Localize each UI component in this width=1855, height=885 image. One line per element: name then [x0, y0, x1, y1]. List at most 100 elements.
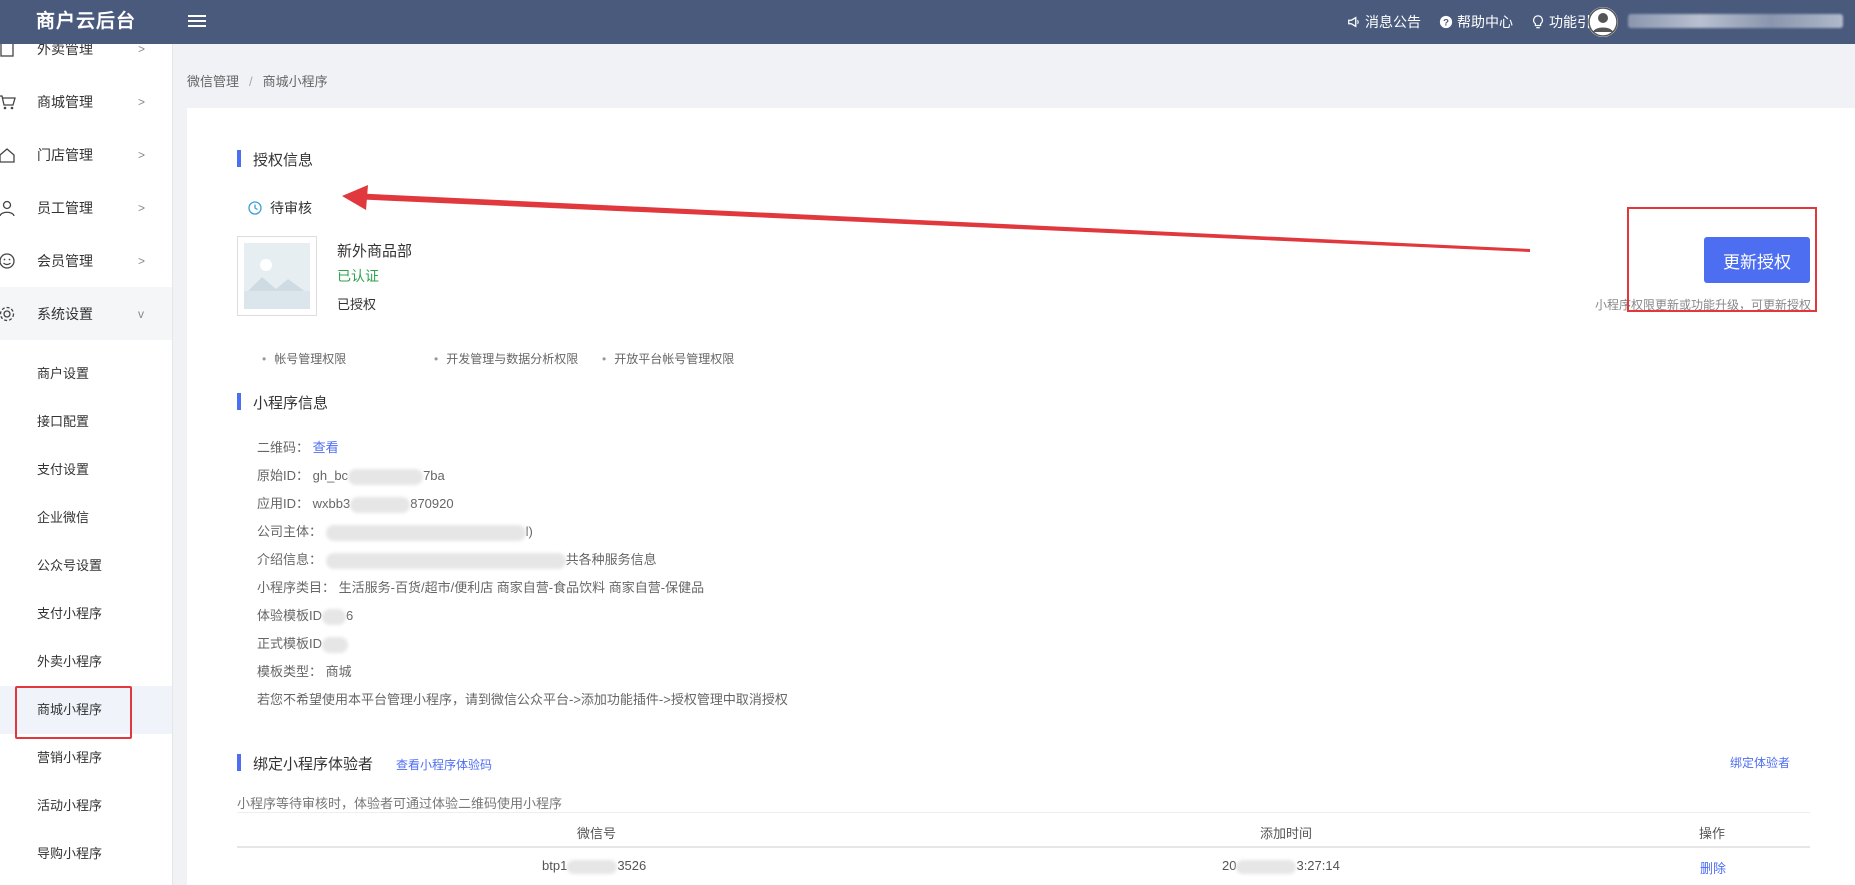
redacted-value: [350, 496, 411, 513]
sidebar-sub-wecom[interactable]: 企业微信: [0, 494, 172, 542]
avatar[interactable]: [1588, 7, 1618, 37]
app-id-prefix: wxbb3: [312, 496, 351, 511]
bind-tester-link[interactable]: 绑定体验者: [1730, 754, 1790, 771]
sidebar-sub-merchant-settings[interactable]: 商户设置: [0, 350, 172, 398]
breadcrumb-item[interactable]: 微信管理: [187, 74, 239, 89]
smile-icon: [0, 252, 15, 269]
sidebar-sub-payment-settings[interactable]: 支付设置: [0, 446, 172, 494]
sidebar-item-label: 员工管理: [37, 199, 93, 216]
annotation-highlight-box: [1627, 207, 1817, 312]
chevron-down-icon: v: [138, 306, 144, 321]
delete-tester-link[interactable]: 删除: [1700, 858, 1726, 877]
column-header: 添加时间: [1260, 826, 1313, 841]
sidebar-item-label: 外卖管理: [37, 44, 93, 57]
original-id-prefix: gh_bc: [312, 468, 349, 483]
sidebar-item-mall[interactable]: 商城管理 >: [0, 75, 172, 128]
chevron-right-icon: >: [138, 94, 146, 109]
cart-icon: [0, 94, 16, 109]
lightbulb-icon: [1533, 15, 1543, 29]
view-qrcode-link[interactable]: 查看: [313, 440, 339, 455]
field-label: 体验模板ID: [257, 608, 323, 623]
column-header: 微信号: [577, 826, 617, 841]
app-id-suffix: 870920: [410, 496, 454, 511]
cancel-auth-note: 若您不希望使用本平台管理小程序，请到微信公众平台->添加功能插件->授权管理中取…: [257, 692, 788, 707]
sidebar-item-label: 商城管理: [37, 93, 93, 110]
table-header: 微信号 添加时间 操作: [237, 812, 1810, 848]
wechat-id-prefix: btp1: [542, 858, 568, 873]
table-row: btp1 3526 20 3:27:14 删除: [237, 848, 1810, 885]
breadcrumb: 微信管理 / 商城小程序: [187, 74, 328, 89]
miniapp-name: 新外商品部: [337, 243, 413, 260]
sidebar-sub-takeout-miniapp[interactable]: 外卖小程序: [0, 638, 172, 686]
sidebar-sub-activity-miniapp[interactable]: 活动小程序: [0, 782, 172, 830]
top-bar: 商户云后台 消息公告 ? 帮助中心 功能引导: [0, 0, 1855, 44]
permission-item: 开放平台帐号管理权限: [602, 350, 734, 367]
app-logo[interactable]: 商户云后台: [0, 0, 172, 44]
intro-row: 介绍信息： 共各种服务信息: [257, 549, 657, 569]
clock-icon: [248, 201, 262, 215]
megaphone-icon: [1348, 16, 1359, 28]
redacted-value: [325, 552, 566, 569]
added-time-cell: 20 3:27:14: [1222, 858, 1340, 874]
chevron-right-icon: >: [138, 44, 146, 56]
sidebar-sub-guide-miniapp[interactable]: 导购小程序: [0, 830, 172, 878]
field-label: 小程序类目：: [257, 580, 336, 595]
chevron-right-icon: >: [138, 147, 146, 162]
hamburger-menu-icon[interactable]: [188, 12, 206, 32]
redacted-value: [322, 608, 347, 625]
app-id-row: 应用ID： wxbb3 870920: [257, 493, 454, 513]
category-row: 小程序类目： 生活服务-百货/超市/便利店 商家自营-食品饮料 商家自营-保健品: [257, 577, 704, 596]
original-id-row: 原始ID： gh_bc 7ba: [257, 465, 445, 485]
sidebar-item-takeout[interactable]: 外卖管理 >: [0, 44, 172, 75]
permission-item: 开发管理与数据分析权限: [434, 350, 578, 367]
section-title-miniapp: 小程序信息: [237, 392, 328, 413]
nav-announcements[interactable]: 消息公告: [1347, 12, 1421, 32]
sidebar-item-system-settings[interactable]: 系统设置 v: [0, 287, 172, 340]
field-label: 正式模板ID: [257, 636, 323, 651]
category-value: 生活服务-百货/超市/便利店 商家自营-食品饮料 商家自营-保健品: [338, 580, 705, 595]
user-name-redacted[interactable]: [1628, 14, 1843, 28]
field-label: 模板类型：: [257, 664, 323, 679]
sidebar-item-members[interactable]: 会员管理 >: [0, 234, 172, 287]
wechat-id-cell: btp1 3526: [542, 858, 646, 874]
formal-template-row: 正式模板ID: [257, 633, 349, 653]
breadcrumb-item-current: 商城小程序: [262, 74, 328, 89]
time-suffix: 3:27:14: [1296, 858, 1340, 873]
sidebar-sub-pay-miniapp[interactable]: 支付小程序: [0, 590, 172, 638]
sidebar-sub-marketing-miniapp[interactable]: 营销小程序: [0, 734, 172, 782]
sidebar: 外卖管理 > 商城管理 > 门店管理 > 员工管理 > 会员管理 > 系统设置 …: [0, 44, 173, 885]
field-label: 原始ID：: [257, 468, 310, 483]
redacted-value: [348, 468, 424, 485]
sidebar-item-label: 门店管理: [37, 146, 93, 163]
testers-note: 小程序等待审核时，体验者可通过体验二维码使用小程序: [237, 796, 563, 811]
top-nav: 消息公告 ? 帮助中心 功能引导: [1347, 0, 1605, 44]
sidebar-item-store[interactable]: 门店管理 >: [0, 128, 172, 181]
field-label: 应用ID：: [257, 496, 310, 511]
sidebar-sub-mall-miniapp[interactable]: 商城小程序: [0, 686, 172, 739]
redacted-value: [567, 859, 618, 874]
miniapp-logo-placeholder: [237, 236, 317, 316]
annotation-highlight-box: [15, 686, 132, 739]
template-type-row: 模板类型： 商城: [257, 661, 352, 680]
company-suffix: l): [525, 524, 533, 539]
nav-label: 帮助中心: [1457, 14, 1513, 30]
help-circle-icon: ?: [1439, 15, 1453, 29]
sidebar-item-staff[interactable]: 员工管理 >: [0, 181, 172, 234]
chevron-right-icon: >: [138, 200, 146, 215]
wechat-id-suffix: 3526: [617, 858, 647, 873]
section-title-testers: 绑定小程序体验者: [237, 753, 373, 774]
nav-label: 消息公告: [1365, 14, 1421, 30]
view-trial-code-link[interactable]: 查看小程序体验码: [396, 756, 492, 773]
template-type-value: 商城: [325, 664, 352, 679]
original-id-suffix: 7ba: [423, 468, 445, 483]
permission-item: 帐号管理权限: [262, 350, 346, 367]
status-text: 待审核: [270, 200, 312, 216]
file-icon: [0, 44, 14, 57]
nav-help-center[interactable]: ? 帮助中心: [1439, 12, 1513, 32]
intro-suffix: 共各种服务信息: [565, 552, 657, 567]
verified-badge: 已认证: [337, 268, 379, 284]
column-header: 操作: [1699, 826, 1726, 841]
section-title-auth: 授权信息: [237, 149, 313, 170]
sidebar-sub-api-config[interactable]: 接口配置: [0, 398, 172, 446]
sidebar-sub-official-account[interactable]: 公众号设置: [0, 542, 172, 590]
